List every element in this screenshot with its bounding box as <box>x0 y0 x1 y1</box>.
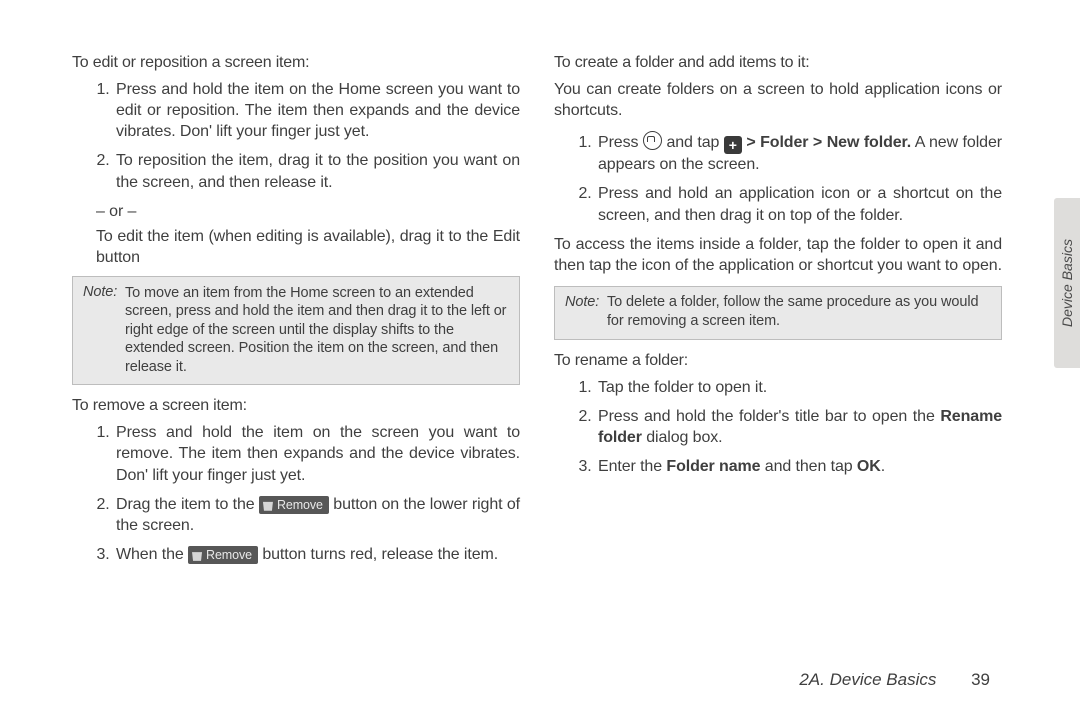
heading-rename-folder: To rename a folder: <box>554 350 1002 371</box>
step-text: To reposition the item, drag it to the p… <box>116 152 520 190</box>
note-box-delete-folder: Note: To delete a folder, follow the sam… <box>554 286 1002 340</box>
step-text: . <box>881 458 885 475</box>
list-item: Enter the Folder name and then tap OK. <box>596 456 1002 477</box>
note-body: To delete a folder, follow the same proc… <box>607 293 991 330</box>
list-item: Press and hold the item on the Home scre… <box>114 79 520 142</box>
list-remove-item: Press and hold the item on the screen yo… <box>72 422 520 565</box>
home-button-icon <box>643 131 662 150</box>
page-number: 39 <box>971 670 990 689</box>
step-text: and then tap <box>760 458 856 475</box>
list-item: Drag the item to the Remove button on th… <box>114 494 520 536</box>
list-item: Press and hold the folder's title bar to… <box>596 406 1002 448</box>
footer-section: 2A. Device Basics <box>799 670 936 689</box>
note-label: Note: <box>83 283 125 302</box>
list-item: When the Remove button turns red, releas… <box>114 544 520 565</box>
note-label: Note: <box>565 293 607 312</box>
list-edit-reposition: Press and hold the item on the Home scre… <box>72 79 520 193</box>
edit-instruction: To edit the item (when editing is availa… <box>96 226 520 268</box>
step-text: Drag the item to the <box>116 496 259 513</box>
step-text: button turns red, release the item. <box>258 546 498 563</box>
or-separator: – or – <box>96 201 520 222</box>
ok-button-label: OK <box>857 458 881 475</box>
section-side-tab: Device Basics <box>1054 198 1080 368</box>
list-item: Press and tap + > Folder > New folder. A… <box>596 131 1002 175</box>
left-column: To edit or reposition a screen item: Pre… <box>72 52 520 690</box>
note-box-move-item: Note: To move an item from the Home scre… <box>72 276 520 385</box>
step-text: Press and hold the folder's title bar to… <box>598 408 940 425</box>
heading-create-folder: To create a folder and add items to it: <box>554 52 1002 73</box>
page-footer: 2A. Device Basics 39 <box>799 670 990 690</box>
list-item: Tap the folder to open it. <box>596 377 1002 398</box>
page-body: To edit or reposition a screen item: Pre… <box>72 52 1010 690</box>
access-folder-paragraph: To access the items inside a folder, tap… <box>554 234 1002 276</box>
heading-remove-item: To remove a screen item: <box>72 395 520 416</box>
plus-icon: + <box>724 136 742 154</box>
trash-icon <box>192 550 202 561</box>
list-item: Press and hold the item on the screen yo… <box>114 422 520 485</box>
remove-label: Remove <box>277 498 323 512</box>
menu-path: > Folder > New folder. <box>742 134 911 151</box>
trash-icon <box>263 500 273 511</box>
step-text: When the <box>116 546 188 563</box>
right-column: To create a folder and add items to it: … <box>554 52 1002 690</box>
step-text: and tap <box>662 134 724 151</box>
intro-paragraph: You can create folders on a screen to ho… <box>554 79 1002 121</box>
list-item: Press and hold an application icon or a … <box>596 183 1002 225</box>
heading-edit-reposition: To edit or reposition a screen item: <box>72 52 520 73</box>
side-tab-label: Device Basics <box>1059 239 1075 327</box>
remove-button-chip: Remove <box>259 496 329 514</box>
list-rename-folder: Tap the folder to open it. Press and hol… <box>554 377 1002 477</box>
note-body: To move an item from the Home screen to … <box>125 284 509 377</box>
list-item: To reposition the item, drag it to the p… <box>114 150 520 192</box>
list-create-folder: Press and tap + > Folder > New folder. A… <box>554 131 1002 225</box>
field-name: Folder name <box>666 458 760 475</box>
step-text: Enter the <box>598 458 666 475</box>
step-text: dialog box. <box>642 429 723 446</box>
remove-button-chip: Remove <box>188 546 258 564</box>
remove-label: Remove <box>206 548 252 562</box>
step-text: Press <box>598 134 643 151</box>
